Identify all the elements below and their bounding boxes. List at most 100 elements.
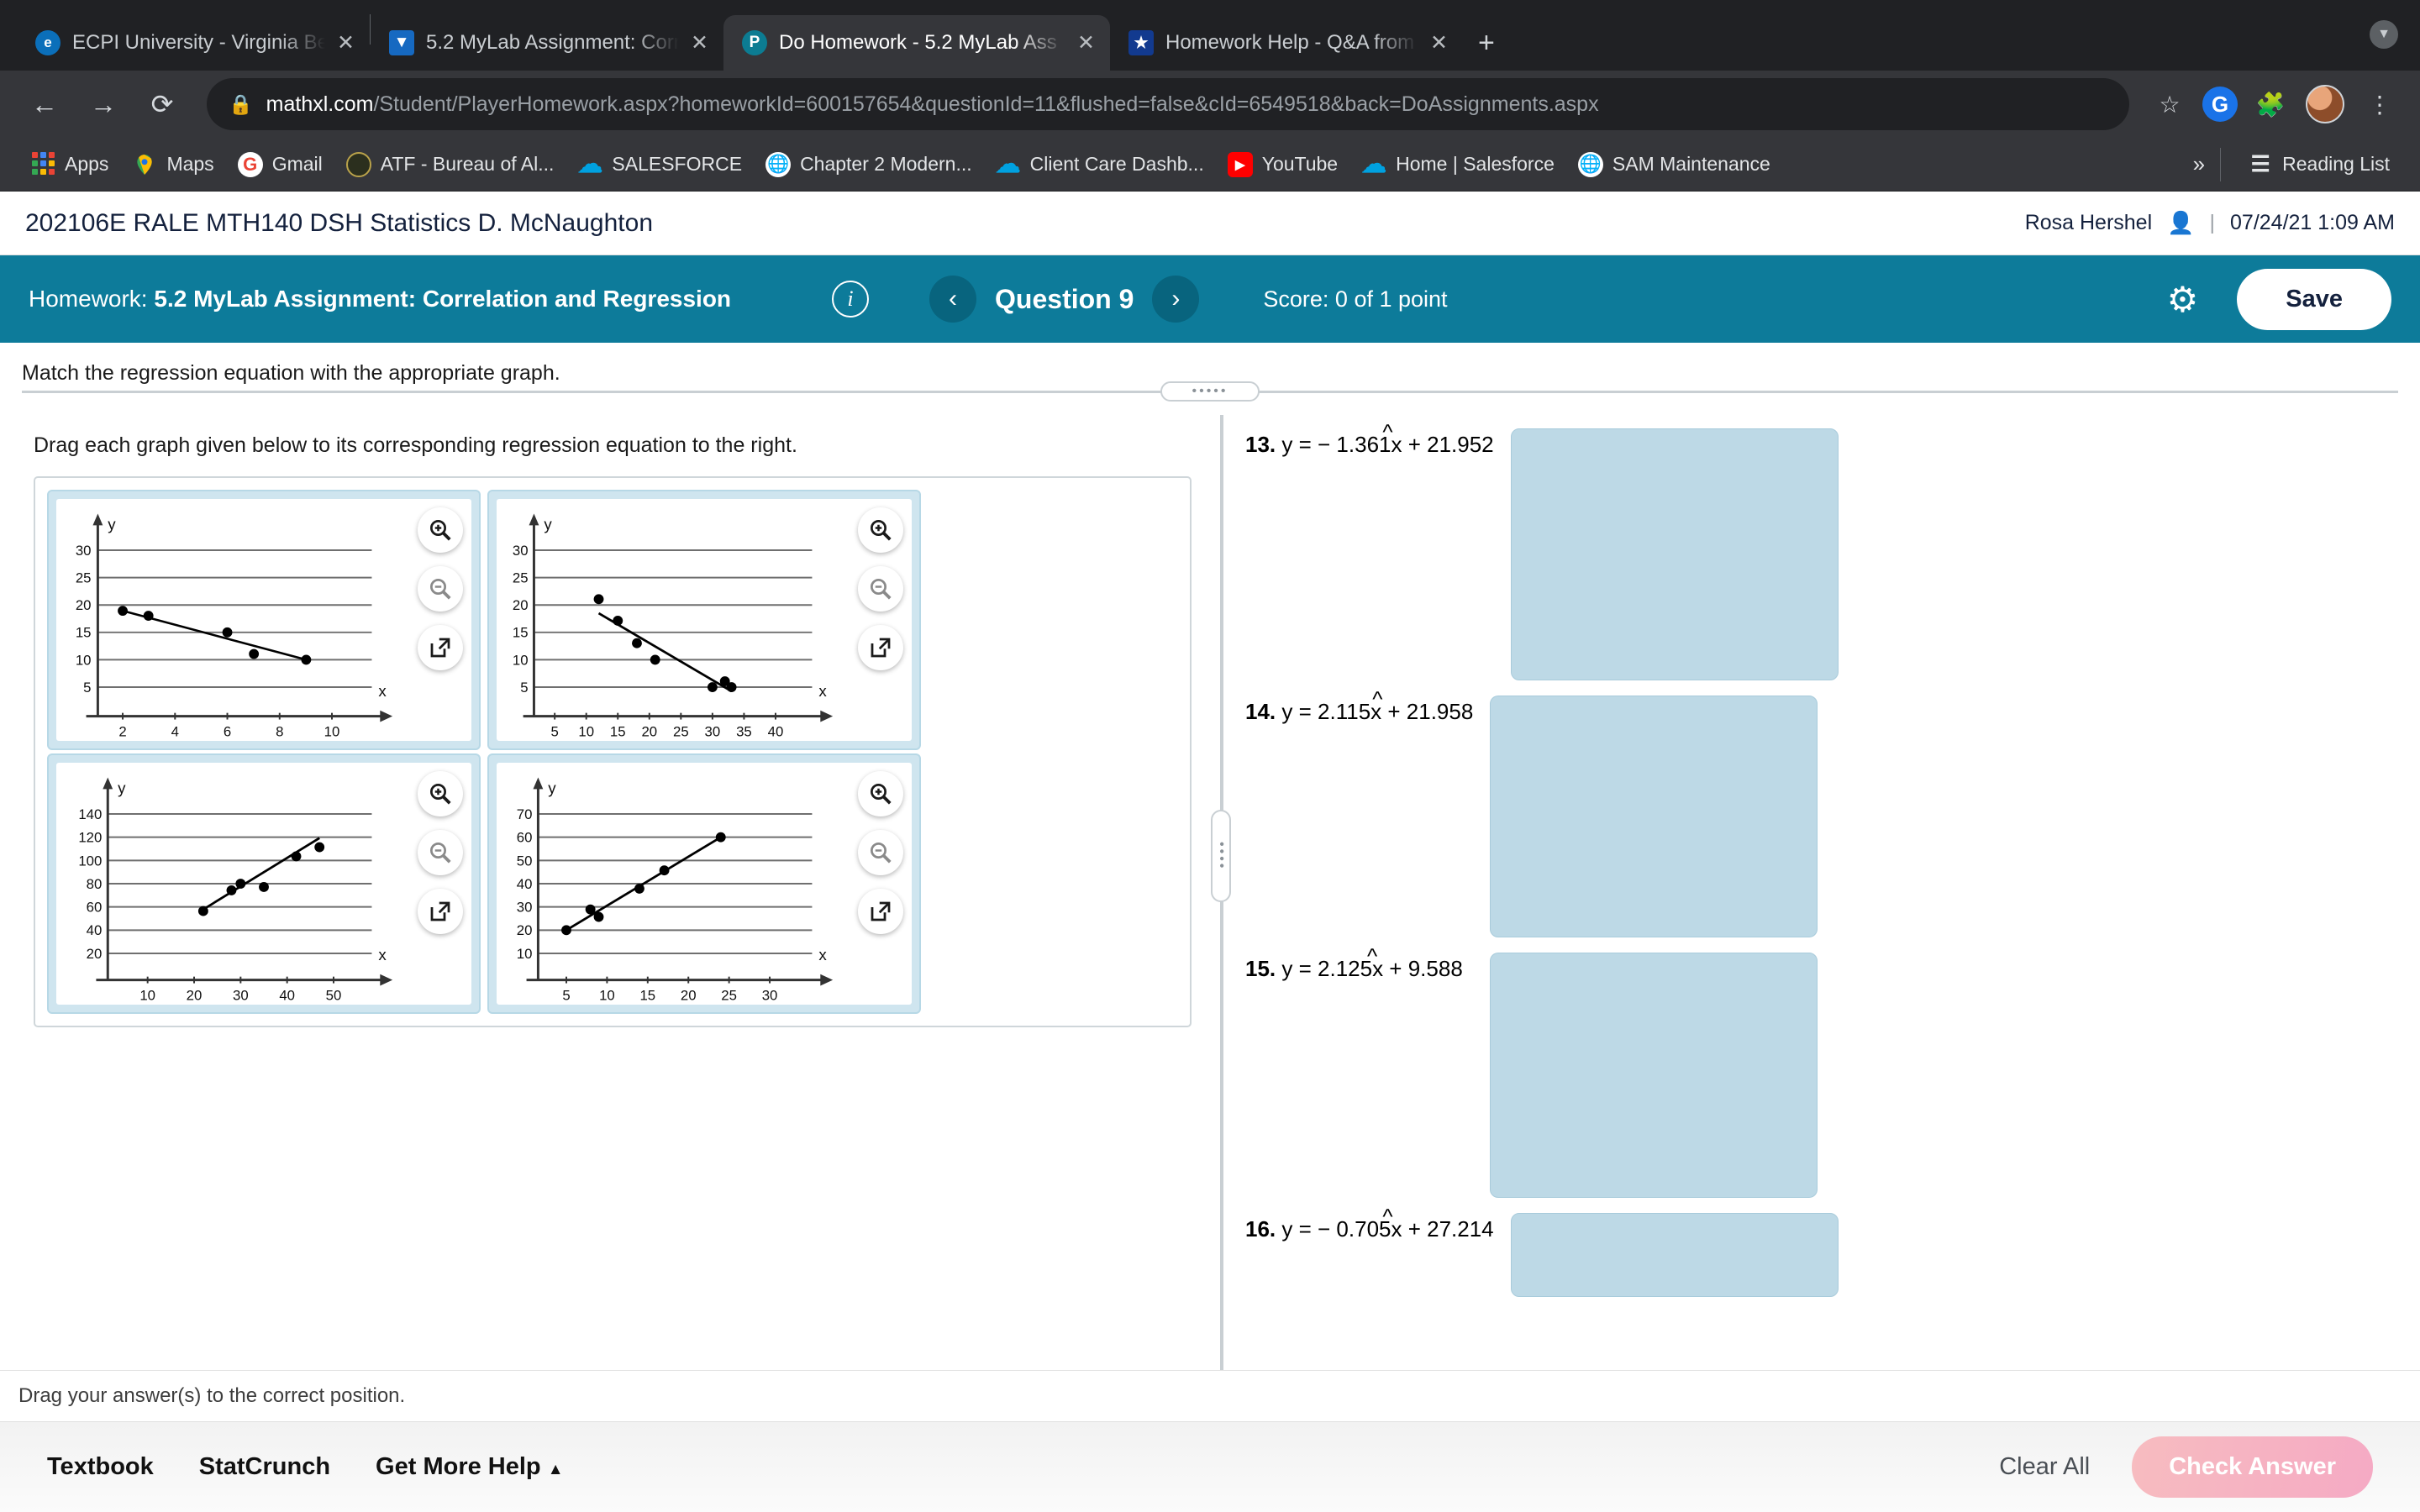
gear-icon[interactable]: ⚙ — [2167, 279, 2199, 320]
graph-3[interactable]: 140 120 100 80 60 40 20 10 20 30 40 50 y… — [56, 763, 471, 1005]
svg-text:6: 6 — [224, 723, 231, 739]
bookmark-salesforce[interactable]: ☁ SALESFORCE — [566, 150, 754, 178]
svg-text:10: 10 — [76, 652, 92, 668]
bookmark-maps[interactable]: Maps — [120, 152, 225, 177]
textbook-button[interactable]: Textbook — [47, 1453, 154, 1481]
close-icon[interactable]: ✕ — [337, 32, 355, 54]
browser-tab-4[interactable]: ★ Homework Help - Q&A from On ✕ — [1110, 15, 1463, 71]
bookmark-home-salesforce[interactable]: ☁ Home | Salesforce — [1349, 150, 1566, 178]
svg-text:30: 30 — [705, 723, 721, 739]
browser-tab-3-active[interactable]: P Do Homework - 5.2 MyLab Ass ✕ — [723, 15, 1110, 71]
window-menu-icon[interactable]: ▼ — [2370, 20, 2398, 49]
grammarly-icon[interactable]: G — [2198, 82, 2242, 126]
zoom-out-icon[interactable] — [418, 830, 463, 875]
gmail-icon: G — [237, 151, 263, 177]
dropzone-16[interactable] — [1510, 1213, 1839, 1297]
graph-card-1[interactable]: 30 25 20 15 10 5 246 8 10 y x — [47, 490, 481, 750]
current-datetime: 07/24/21 1:09 AM — [2230, 211, 2395, 234]
popout-icon[interactable] — [418, 625, 463, 670]
bookmark-label: Client Care Dashb... — [1029, 153, 1204, 175]
popout-icon[interactable] — [858, 625, 903, 670]
horizontal-splitter[interactable]: ••••• — [22, 381, 2398, 402]
statcrunch-button[interactable]: StatCrunch — [199, 1453, 330, 1481]
svg-text:5: 5 — [83, 680, 91, 696]
svg-text:5: 5 — [562, 987, 570, 1003]
prev-question-button[interactable]: ‹ — [929, 276, 977, 323]
graph-3-tools — [418, 771, 463, 934]
bookmark-gmail[interactable]: G Gmail — [226, 151, 334, 177]
address-bar[interactable]: 🔒 mathxl.com/Student/PlayerHomework.aspx… — [207, 78, 2129, 130]
bookmark-label: Home | Salesforce — [1396, 153, 1555, 175]
avatar[interactable] — [2306, 85, 2344, 123]
graph-2[interactable]: 30 25 20 15 10 5 5 10 15 20 25 30 35 40 — [497, 499, 912, 741]
new-tab-button[interactable]: + — [1478, 29, 1495, 57]
zoom-in-icon[interactable] — [418, 771, 463, 816]
atf-seal-icon — [345, 151, 371, 177]
browser-tab-2[interactable]: ▼ 5.2 MyLab Assignment: Correlat ✕ — [371, 15, 723, 71]
browser-tab-1[interactable]: e ECPI University - Virginia Beach ✕ — [17, 15, 370, 71]
reload-icon[interactable]: ⟳ — [136, 78, 188, 130]
zoom-out-icon[interactable] — [418, 566, 463, 612]
bookmark-client-care[interactable]: ☁ Client Care Dashb... — [984, 150, 1216, 178]
graph-4[interactable]: 70 60 50 40 30 20 10 5 10 15 20 25 30 y … — [497, 763, 912, 1005]
dropzone-13[interactable] — [1510, 428, 1839, 680]
clear-all-button[interactable]: Clear All — [1999, 1453, 2090, 1481]
close-icon[interactable]: ✕ — [691, 32, 708, 54]
popout-icon[interactable] — [858, 889, 903, 934]
zoom-in-icon[interactable] — [858, 771, 903, 816]
bookmark-sam-maintenance[interactable]: 🌐 SAM Maintenance — [1566, 151, 1782, 177]
url-path: /Student/PlayerHomework.aspx?homeworkId=… — [373, 92, 1599, 116]
reading-list-icon: ☰ — [2250, 151, 2270, 176]
svg-text:20: 20 — [517, 922, 533, 938]
bookmark-youtube[interactable]: ▶ YouTube — [1216, 151, 1349, 177]
svg-text:50: 50 — [517, 853, 533, 869]
bookmark-apps[interactable]: Apps — [18, 151, 120, 177]
svg-text:120: 120 — [78, 830, 102, 846]
graph-card-3[interactable]: 140 120 100 80 60 40 20 10 20 30 40 50 y… — [47, 753, 481, 1014]
popout-icon[interactable] — [418, 889, 463, 934]
graph-card-4[interactable]: 70 60 50 40 30 20 10 5 10 15 20 25 30 y … — [487, 753, 921, 1014]
dropzone-15[interactable] — [1489, 953, 1818, 1198]
horizontal-splitter-grip[interactable]: ••••• — [1160, 381, 1260, 402]
bookmark-chapter2[interactable]: 🌐 Chapter 2 Modern... — [754, 151, 984, 177]
person-icon[interactable]: 👤 — [2167, 210, 2194, 236]
svg-text:10: 10 — [139, 987, 155, 1003]
graph-1-svg: 302520 15105 246 8 10 y x — [76, 513, 393, 739]
forward-icon[interactable]: → — [77, 78, 129, 130]
close-icon[interactable]: ✕ — [1430, 32, 1448, 54]
get-more-help-button[interactable]: Get More Help ▲ — [376, 1453, 563, 1481]
svg-text:50: 50 — [326, 987, 342, 1003]
close-icon[interactable]: ✕ — [1077, 32, 1095, 54]
save-button[interactable]: Save — [2237, 268, 2391, 330]
info-icon[interactable]: i — [832, 281, 870, 318]
zoom-in-icon[interactable] — [858, 507, 903, 553]
shield-icon: ▼ — [389, 30, 414, 55]
reading-list-button[interactable]: ☰ Reading List — [2236, 151, 2402, 177]
next-question-button[interactable]: › — [1152, 276, 1200, 323]
tab-title: Homework Help - Q&A from On — [1165, 31, 1418, 54]
chrome-menu-icon[interactable]: ⋮ — [2358, 82, 2402, 126]
svg-text:10: 10 — [324, 723, 340, 739]
graph-card-2[interactable]: 30 25 20 15 10 5 5 10 15 20 25 30 35 40 — [487, 490, 921, 750]
extensions-puzzle-icon[interactable]: 🧩 — [2249, 82, 2292, 126]
user-name: Rosa Hershel — [2024, 211, 2153, 234]
graph-1[interactable]: 30 25 20 15 10 5 246 8 10 y x — [56, 499, 471, 741]
dropzone-14[interactable] — [1490, 696, 1818, 937]
zoom-out-icon[interactable] — [858, 830, 903, 875]
question-prompt-area: Match the regression equation with the a… — [0, 343, 2420, 407]
url-host: mathxl.com — [266, 92, 374, 116]
equation-label-13: 13. y = − 1.361x + 21.952 — [1245, 428, 1494, 458]
svg-text:30: 30 — [513, 543, 529, 559]
homework-label: Homework: — [29, 285, 148, 312]
zoom-out-icon[interactable] — [858, 566, 903, 612]
bookmarks-overflow-icon[interactable]: » — [2193, 151, 2205, 177]
check-answer-button[interactable]: Check Answer — [2132, 1436, 2373, 1498]
svg-text:80: 80 — [87, 876, 103, 892]
drag-note: Drag your answer(s) to the correct posit… — [0, 1370, 2420, 1421]
svg-text:25: 25 — [76, 570, 92, 586]
zoom-in-icon[interactable] — [418, 507, 463, 553]
bookmark-atf[interactable]: ATF - Bureau of Al... — [334, 151, 566, 177]
salesforce-cloud-icon: ☁ — [577, 150, 603, 178]
back-icon[interactable]: ← — [18, 78, 71, 130]
bookmark-star-icon[interactable]: ☆ — [2148, 82, 2191, 126]
